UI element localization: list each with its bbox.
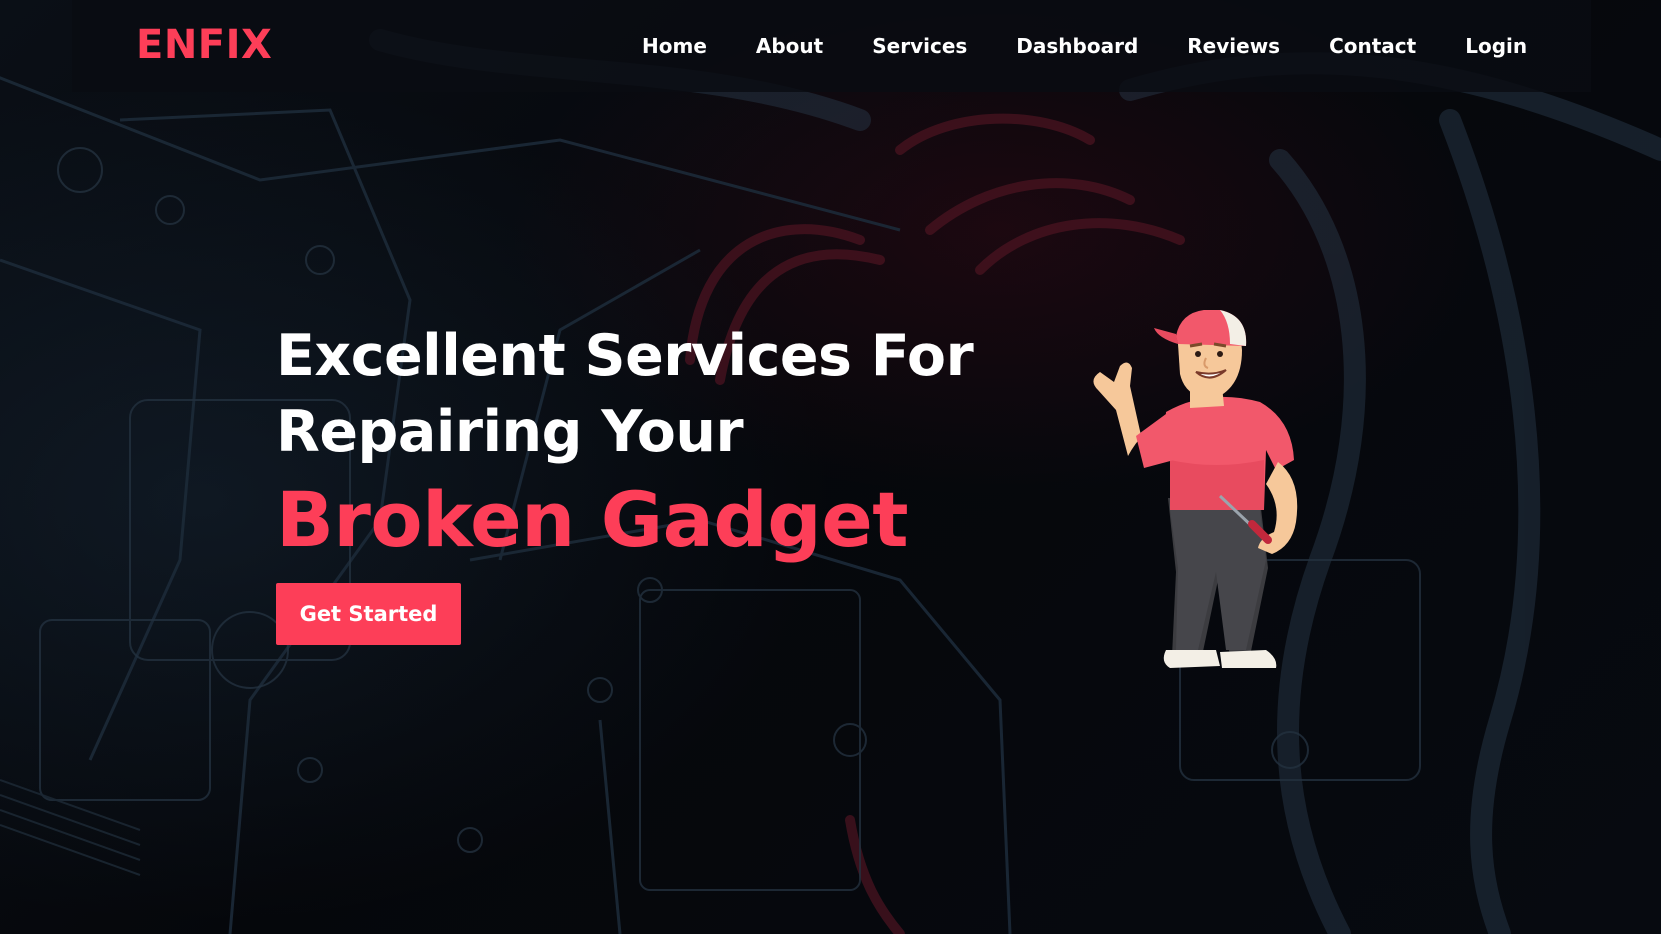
nav-item-contact[interactable]: Contact <box>1329 34 1416 58</box>
get-started-button[interactable]: Get Started <box>276 583 461 645</box>
brand-logo[interactable]: ENFIX <box>136 22 272 68</box>
hero-heading-line-2: Repairing Your <box>276 399 744 465</box>
landing-page: ENFIX Home About Services Dashboard Revi… <box>0 0 1661 934</box>
repairman-mascot-icon <box>1093 310 1298 668</box>
nav-item-reviews[interactable]: Reviews <box>1187 34 1280 58</box>
nav-item-dashboard[interactable]: Dashboard <box>1016 34 1138 58</box>
nav-menu: Home About Services Dashboard Reviews Co… <box>642 34 1527 58</box>
nav-item-services[interactable]: Services <box>872 34 967 58</box>
hero-heading-accent: Broken Gadget <box>276 475 909 564</box>
nav-item-home[interactable]: Home <box>642 34 707 58</box>
hero-heading: Excellent Services For Repairing Your Br… <box>276 318 974 568</box>
nav-item-login[interactable]: Login <box>1465 34 1527 58</box>
hero-heading-line-1: Excellent Services For <box>276 323 974 389</box>
top-navbar: ENFIX Home About Services Dashboard Revi… <box>72 0 1591 92</box>
nav-item-about[interactable]: About <box>756 34 823 58</box>
